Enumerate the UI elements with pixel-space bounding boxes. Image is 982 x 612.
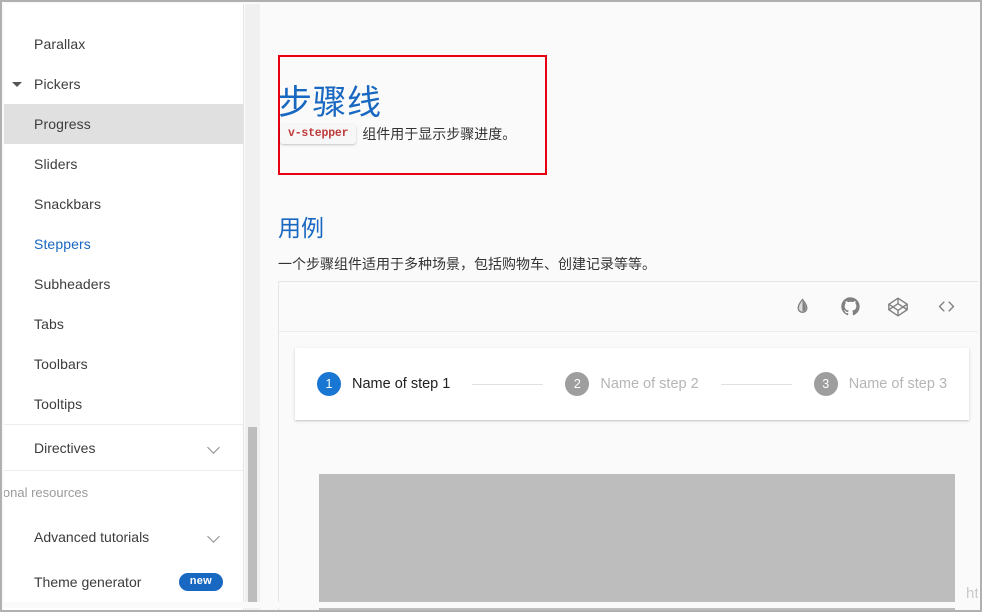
sidebar-item-snackbars[interactable]: Snackbars [4, 184, 243, 224]
hero-description-text: 组件用于显示步骤进度。 [362, 126, 517, 142]
hero-description: v-stepper 组件用于显示步骤进度。 [280, 124, 516, 144]
step-number-badge: 1 [317, 372, 341, 396]
stepper-step-3[interactable]: 3 Name of step 3 [813, 372, 948, 396]
sidebar-item-theme-generator[interactable]: Theme generator new [4, 560, 243, 604]
sidebar-item-steppers[interactable]: Steppers [4, 224, 243, 264]
stepper-content-placeholder [319, 474, 955, 610]
codepen-icon[interactable] [887, 296, 909, 318]
sidebar-item-parallax[interactable]: Parallax [4, 24, 243, 64]
sidebar-item-toolbars[interactable]: Toolbars [4, 344, 243, 384]
step-label: Name of step 1 [352, 376, 451, 392]
sidebar-item-label: Tabs [34, 316, 64, 332]
sidebar-item-label: Subheaders [34, 276, 111, 292]
sidebar-group-advanced-tutorials[interactable]: Advanced tutorials [4, 514, 243, 560]
step-number-badge: 2 [565, 372, 590, 396]
chevron-down-icon [207, 529, 223, 545]
chevron-down-icon [207, 440, 223, 456]
invert-colors-icon[interactable] [791, 296, 813, 318]
example-toolbar [279, 282, 978, 332]
sidebar-item-label: Toolbars [34, 356, 88, 372]
code-brackets-icon[interactable] [935, 296, 957, 318]
step-label: Name of step 3 [848, 376, 948, 392]
stepper-divider [472, 383, 544, 385]
caret-down-icon [12, 81, 22, 87]
sidebar-item-label: Tooltips [34, 396, 83, 412]
sidebar-item-tooltips[interactable]: Tooltips [4, 384, 243, 424]
sidebar-item-label: Steppers [34, 236, 91, 252]
stepper-component: 1 Name of step 1 2 Name of step 2 3 Name… [295, 348, 969, 420]
page-title: 步骤线 [278, 82, 382, 123]
sidebar-item-label: Snackbars [34, 196, 102, 212]
sidebar-item-list: Parallax Pickers Progress Sliders Snackb… [4, 24, 243, 604]
watermark-text: https://blog.csdn.net/sinat_33369322 [966, 585, 978, 602]
example-body: 1 Name of step 1 2 Name of step 2 3 Name… [279, 332, 978, 610]
sidebar-group-label: Advanced tutorials [34, 529, 150, 545]
sidebar-item-label: Sliders [34, 156, 78, 172]
sidebar-section-label: ional resources [4, 485, 89, 500]
sidebar-navigation: Parallax Pickers Progress Sliders Snackb… [4, 4, 244, 610]
sidebar-item-sliders[interactable]: Sliders [4, 144, 243, 184]
sidebar-item-subheaders[interactable]: Subheaders [4, 264, 243, 304]
usage-section-description: 一个步骤组件适用于多种场景，包括购物车、创建记录等等。 [278, 256, 656, 272]
sidebar-scrollbar-thumb[interactable] [248, 427, 257, 607]
sidebar-item-label: Progress [34, 116, 91, 132]
github-icon[interactable] [839, 296, 861, 318]
sidebar-item-label: Theme generator [34, 574, 142, 590]
browser-content-window: Parallax Pickers Progress Sliders Snackb… [0, 0, 982, 612]
sidebar-group-label: Directives [34, 439, 96, 456]
sidebar-item-label: Parallax [34, 36, 86, 52]
new-badge: new [178, 573, 223, 591]
sidebar-item-tabs[interactable]: Tabs [4, 304, 243, 344]
sidebar-section-header: ional resources [4, 470, 243, 514]
bottom-edge-strip [4, 602, 978, 608]
example-card: 1 Name of step 1 2 Name of step 2 3 Name… [278, 281, 978, 610]
stepper-divider [720, 383, 792, 385]
sidebar-item-pickers[interactable]: Pickers [4, 64, 243, 104]
sidebar-group-directives[interactable]: Directives [4, 424, 243, 470]
step-label: Name of step 2 [600, 376, 699, 392]
stepper-step-2[interactable]: 2 Name of step 2 [565, 372, 699, 396]
usage-section-title: 用例 [278, 216, 324, 243]
main-content-area: 步骤线 v-stepper 组件用于显示步骤进度。 用例 一个步骤组件适用于多种… [260, 4, 978, 610]
stepper-step-1[interactable]: 1 Name of step 1 [317, 372, 450, 396]
sidebar-item-progress[interactable]: Progress [4, 104, 243, 144]
code-chip-v-stepper: v-stepper [280, 124, 357, 144]
step-number-badge: 3 [813, 372, 838, 396]
